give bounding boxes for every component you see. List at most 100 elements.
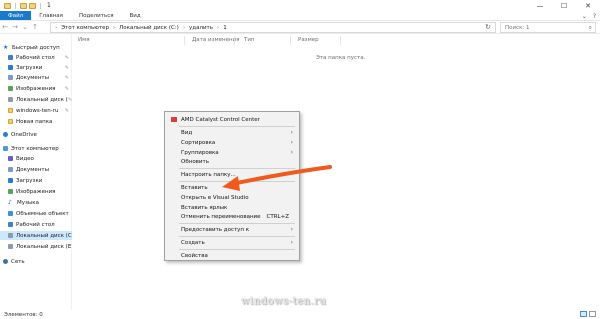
menu-separator	[179, 181, 295, 182]
sidebar-item-label: Видео	[16, 155, 34, 162]
tab-share[interactable]: Поделиться	[71, 11, 122, 20]
menu-item-label: Настроить папку...	[181, 171, 236, 178]
refresh-icon[interactable]: ↻	[485, 23, 491, 31]
menu-item-paste-shortcut[interactable]: Вставить ярлык	[165, 203, 299, 212]
sidebar-item-documents[interactable]: Документы	[0, 165, 72, 174]
sidebar-item-documents-pinned[interactable]: Документы ✎	[0, 73, 72, 82]
documents-icon	[8, 167, 13, 172]
submenu-chevron-icon: ›	[290, 239, 293, 246]
menu-separator	[179, 236, 295, 237]
window-controls: — ☐ ✕	[528, 0, 600, 11]
forward-button[interactable]: →	[10, 21, 20, 34]
help-icon[interactable]: ?	[593, 13, 596, 20]
menu-item-refresh[interactable]: Обновить	[165, 157, 299, 166]
address-toolbar: ← → ⌄ ↑ › Этот компьютер › Локальный дис…	[0, 21, 600, 34]
search-input[interactable]	[505, 24, 585, 31]
menu-item-paste[interactable]: Вставить	[165, 183, 299, 192]
empty-folder-message: Эта папка пуста.	[316, 55, 366, 61]
recent-locations-dropdown[interactable]: ⌄	[20, 21, 30, 34]
breadcrumb-delete-folder[interactable]: удалить	[189, 25, 213, 31]
breadcrumb-this-pc[interactable]: Этот компьютер	[61, 25, 109, 31]
up-button[interactable]: ↑	[30, 21, 40, 34]
column-header-date[interactable]: Дата изменения	[192, 37, 239, 45]
menu-item-label: Сортировка	[181, 139, 216, 146]
sidebar-item-desktop-pinned[interactable]: Рабочий стол ✎	[0, 53, 72, 62]
file-list-pane[interactable]: Имя Дата изменения Тип Размер Эта папка …	[72, 34, 600, 310]
menu-item-view[interactable]: Вид ›	[165, 128, 299, 137]
expand-ribbon-icon[interactable]: ⌄	[582, 13, 587, 20]
sidebar-item-videos[interactable]: Видео	[0, 154, 72, 163]
column-divider[interactable]	[234, 36, 235, 45]
tab-view[interactable]: Вид	[122, 11, 149, 20]
search-box[interactable]: ⌕	[500, 22, 596, 33]
column-divider[interactable]	[290, 36, 291, 45]
sidebar-item-music[interactable]: ♪ Музыка	[0, 198, 72, 207]
back-button[interactable]: ←	[0, 21, 10, 34]
sidebar-item-pictures[interactable]: Изображения	[0, 187, 72, 196]
sidebar-item-desktop[interactable]: Рабочий стол	[0, 220, 72, 229]
breadcrumb-current-folder[interactable]: 1	[223, 25, 227, 31]
folder-icon	[4, 2, 11, 9]
sidebar-item-label: Изображения	[16, 188, 56, 195]
amd-icon	[171, 117, 177, 122]
menu-item-new[interactable]: Создать ›	[165, 238, 299, 247]
column-header-size[interactable]: Размер	[298, 37, 319, 45]
sidebar-item-downloads-pinned[interactable]: Загрузки ✎	[0, 63, 72, 72]
submenu-chevron-icon: ›	[290, 139, 293, 146]
menu-item-sort[interactable]: Сортировка ›	[165, 138, 299, 147]
sidebar-item-local-disk-pinned[interactable]: Локальный диск (✎	[0, 95, 72, 104]
sidebar-item-new-folder[interactable]: Новая папка	[0, 117, 72, 126]
sidebar-item-local-disk-c[interactable]: Локальный диск (C	[0, 231, 72, 240]
menu-item-give-access[interactable]: Предоставить доступ к ›	[165, 225, 299, 234]
folder-icon	[8, 108, 13, 113]
sidebar-item-label: Изображения	[16, 85, 56, 92]
menu-item-group[interactable]: Группировка ›	[165, 148, 299, 157]
sidebar-item-quick-access[interactable]: ★ Быстрый доступ	[0, 43, 72, 52]
column-divider[interactable]	[340, 36, 341, 45]
maximize-button[interactable]: ☐	[552, 0, 576, 11]
sidebar-item-label: Новая папка	[16, 118, 53, 125]
tab-file[interactable]: Файл	[0, 11, 32, 20]
sidebar-item-this-pc[interactable]: Этот компьютер	[0, 144, 72, 153]
sidebar-item-network[interactable]: Сеть	[0, 257, 72, 266]
large-icons-view-icon[interactable]	[589, 311, 596, 317]
new-folder-icon[interactable]	[29, 2, 36, 9]
submenu-chevron-icon: ›	[290, 129, 293, 136]
column-header-type[interactable]: Тип	[244, 37, 255, 45]
context-menu: AMD Catalyst Control Center Вид › Сортиро…	[164, 111, 300, 261]
sidebar-item-label: Музыка	[17, 199, 39, 206]
menu-item-amd-catalyst[interactable]: AMD Catalyst Control Center	[165, 115, 299, 124]
sidebar-item-windows-ten-ru[interactable]: windows-ten-ru ✎	[0, 106, 72, 115]
menu-separator	[179, 168, 295, 169]
sidebar-item-local-disk-e[interactable]: Локальный диск (E	[0, 242, 72, 251]
sidebar-item-label: Документы	[16, 166, 49, 173]
sidebar-item-3d-objects[interactable]: Объемные объект	[0, 209, 72, 218]
view-switcher	[580, 311, 596, 317]
menu-item-properties[interactable]: Свойства	[165, 251, 299, 260]
sidebar-item-pictures-pinned[interactable]: Изображения ✎	[0, 84, 72, 93]
address-bar[interactable]: › Этот компьютер › Локальный диск (C:) ›…	[50, 22, 496, 33]
properties-icon[interactable]	[20, 2, 27, 9]
sidebar-item-onedrive[interactable]: OneDrive	[0, 130, 72, 139]
column-header-name[interactable]: Имя	[78, 37, 90, 45]
sidebar-item-label: Быстрый доступ	[12, 44, 60, 51]
menu-item-customize-folder[interactable]: Настроить папку...	[165, 170, 299, 179]
menu-item-open-in-visual-studio[interactable]: Открыть в Visual Studio	[165, 193, 299, 202]
pin-icon: ✎	[64, 54, 69, 61]
breadcrumb-local-disk[interactable]: Локальный диск (C:)	[119, 25, 179, 31]
magnifier-icon: ⌕	[588, 24, 592, 31]
tab-home[interactable]: Главная	[31, 11, 71, 20]
drive-icon	[8, 233, 13, 238]
sidebar-item-downloads[interactable]: Загрузки	[0, 176, 72, 185]
column-divider[interactable]	[184, 36, 185, 45]
pin-icon: ✎	[64, 74, 69, 81]
close-button[interactable]: ✕	[576, 0, 600, 11]
sidebar-item-label: Локальный диск (	[16, 96, 68, 103]
details-view-icon[interactable]	[580, 311, 587, 317]
sidebar-item-label: Объемные объект	[16, 210, 69, 217]
sidebar-item-label: Этот компьютер	[11, 145, 59, 152]
menu-item-undo-rename[interactable]: Отменить переименование CTRL+Z	[165, 212, 299, 221]
menu-item-label: Свойства	[181, 252, 208, 259]
computer-icon	[3, 146, 8, 151]
minimize-button[interactable]: —	[528, 0, 552, 11]
